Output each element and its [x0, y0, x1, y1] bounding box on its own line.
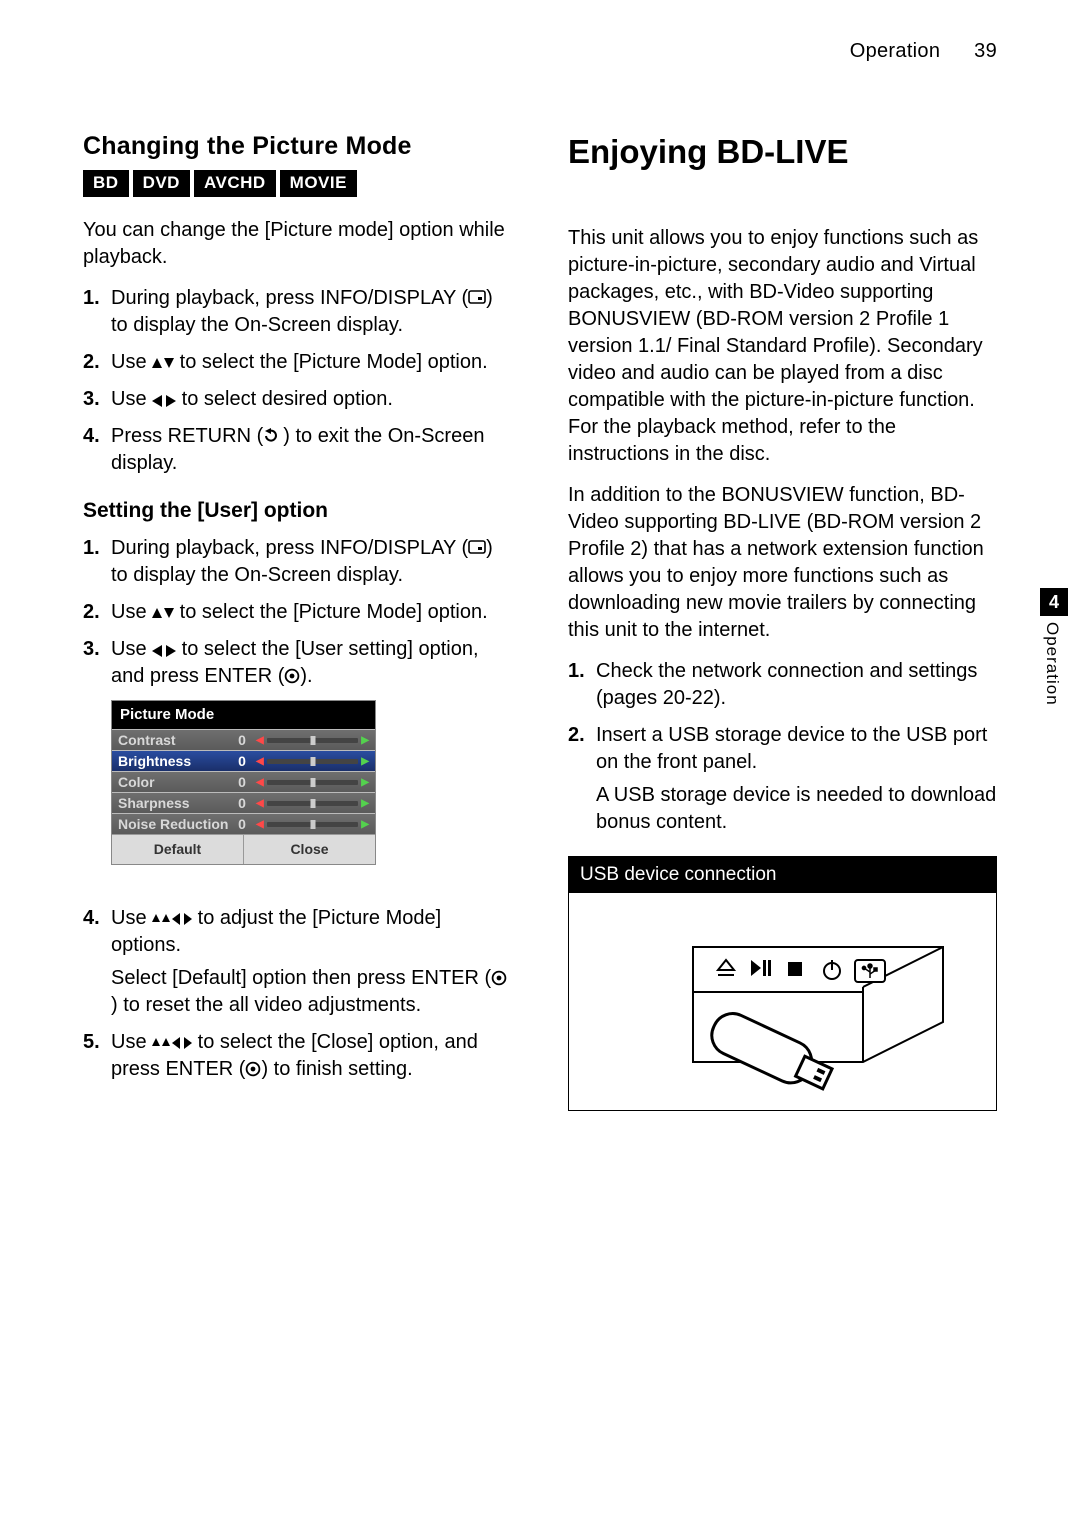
enter-icon — [245, 1061, 261, 1077]
osd-close-button: Close — [244, 835, 375, 864]
column-left: Changing the Picture Mode BD DVD AVCHD M… — [83, 130, 512, 1111]
step-2: Use to select the [Picture Mode] option. — [83, 349, 512, 376]
usb-illustration — [568, 893, 997, 1111]
osd-row-brightness: Brightness 0 ◀▶ — [112, 750, 375, 771]
up-down-icon — [152, 606, 174, 620]
step-1: During playback, press INFO/DISPLAY () t… — [83, 285, 512, 339]
user-step-4: Use to adjust the [Picture Mode] options… — [83, 905, 512, 1019]
bd-live-paragraph-2: In addition to the BONUSVIEW function, B… — [568, 482, 997, 644]
side-tab-label: Operation — [1040, 622, 1063, 706]
osd-row-noise-reduction: Noise Reduction 0 ◀▶ — [112, 813, 375, 834]
usb-panel-title: USB device connection — [568, 856, 997, 894]
osd-slider: ◀▶ — [252, 818, 375, 832]
running-header: Operation 39 — [850, 38, 997, 65]
user-step-5: Use to select the [Close] option, and pr… — [83, 1029, 512, 1083]
info-display-icon — [468, 290, 486, 306]
osd-slider: ◀▶ — [252, 776, 375, 790]
user-step-2: Use to select the [Picture Mode] option. — [83, 599, 512, 626]
bdlive-step-2-sub: A USB storage device is needed to downlo… — [596, 782, 997, 836]
osd-slider: ◀▶ — [252, 734, 375, 748]
tag-bd: BD — [83, 170, 129, 197]
enter-icon — [284, 668, 300, 684]
picture-mode-osd: Picture Mode Contrast 0 ◀▶ Brightness 0 … — [111, 700, 376, 865]
osd-row-contrast: Contrast 0 ◀▶ — [112, 729, 375, 750]
tag-movie: MOVIE — [280, 170, 357, 197]
steps-bd-live: Check the network connection and setting… — [568, 658, 997, 836]
step-4: Press RETURN () to exit the On-Screen di… — [83, 423, 512, 477]
heading-user-option: Setting the [User] option — [83, 497, 512, 525]
return-icon — [263, 428, 283, 444]
user-step-3: Use to select the [User setting] option,… — [83, 636, 512, 690]
enter-icon — [491, 970, 507, 986]
osd-default-button: Default — [112, 835, 244, 864]
osd-footer: Default Close — [112, 834, 375, 864]
tag-dvd: DVD — [133, 170, 190, 197]
osd-slider: ◀▶ — [252, 797, 375, 811]
side-tab-number: 4 — [1040, 588, 1068, 616]
info-display-icon — [468, 540, 486, 556]
usb-panel: USB device connection — [568, 856, 997, 1112]
osd-row-sharpness: Sharpness 0 ◀▶ — [112, 792, 375, 813]
osd-slider: ◀▶ — [252, 755, 375, 769]
left-right-icon — [152, 395, 176, 407]
steps-user-option-1-3: During playback, press INFO/DISPLAY () t… — [83, 535, 512, 690]
osd-row-color: Color 0 ◀▶ — [112, 771, 375, 792]
intro-paragraph: You can change the [Picture mode] option… — [83, 217, 512, 271]
tag-avchd: AVCHD — [194, 170, 276, 197]
steps-change-picture-mode: During playback, press INFO/DISPLAY () t… — [83, 285, 512, 477]
four-way-icon — [152, 1036, 192, 1050]
user-step-4-sub: Select [Default] option then press ENTER… — [111, 965, 512, 1019]
heading-bd-live: Enjoying BD-LIVE — [568, 130, 997, 175]
user-step-1: During playback, press INFO/DISPLAY () t… — [83, 535, 512, 589]
bdlive-step-1: Check the network connection and setting… — [568, 658, 997, 712]
osd-title: Picture Mode — [112, 701, 375, 729]
steps-user-option-4-5: Use to adjust the [Picture Mode] options… — [83, 905, 512, 1083]
usb-device-icon — [603, 912, 963, 1092]
up-down-icon — [152, 356, 174, 370]
left-right-icon — [152, 645, 176, 657]
bd-live-paragraph-1: This unit allows you to enjoy functions … — [568, 225, 997, 468]
bdlive-step-2: Insert a USB storage device to the USB p… — [568, 722, 997, 836]
step-3: Use to select desired option. — [83, 386, 512, 413]
header-page-number: 39 — [974, 40, 997, 62]
heading-picture-mode: Changing the Picture Mode — [83, 130, 512, 164]
header-section: Operation — [850, 40, 941, 62]
four-way-icon — [152, 912, 192, 926]
column-right: Enjoying BD-LIVE This unit allows you to… — [568, 130, 997, 1111]
side-tab: 4 Operation — [1040, 588, 1068, 706]
disc-type-tags: BD DVD AVCHD MOVIE — [83, 170, 512, 197]
